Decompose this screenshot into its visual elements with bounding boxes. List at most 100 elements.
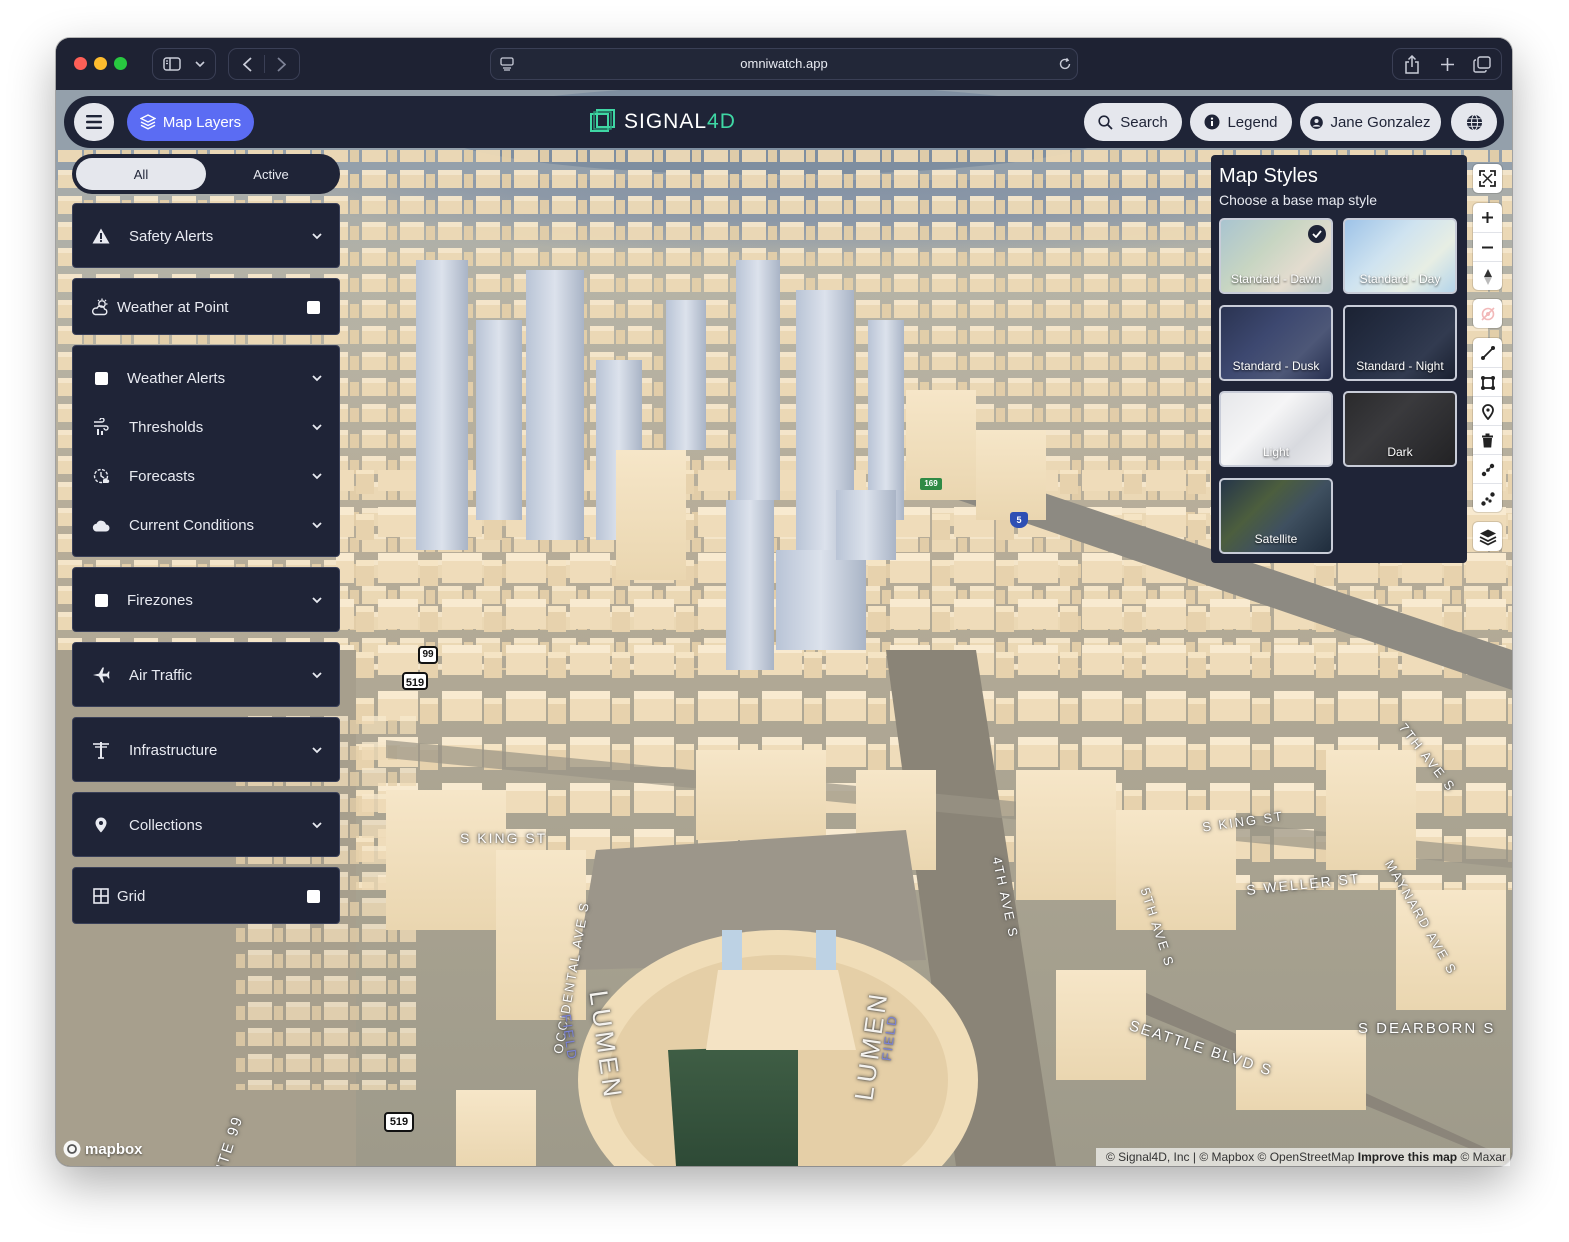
layer-row-thresholds[interactable]: Thresholds <box>73 403 339 451</box>
url-text: omniwatch.app <box>740 56 828 71</box>
map-styles-panel: Map Styles Choose a base map style Stand… <box>1211 155 1467 563</box>
map-style-label: Light <box>1262 445 1290 459</box>
layer-row-current-conditions[interactable]: Current Conditions <box>73 501 339 549</box>
map-style-option[interactable]: Standard - Dawn <box>1219 218 1333 294</box>
map-style-option[interactable]: Standard - Dusk <box>1219 305 1333 381</box>
fullscreen-button[interactable] <box>1473 164 1502 193</box>
share-icon[interactable] <box>1401 54 1423 74</box>
layer-row-grid[interactable]: Grid <box>73 872 339 920</box>
forward-icon[interactable] <box>271 55 291 73</box>
layer-row-weather-at-point[interactable]: Weather at Point <box>73 283 339 331</box>
map-style-option[interactable]: Satellite <box>1219 478 1333 554</box>
map-style-option[interactable]: Standard - Night <box>1343 305 1457 381</box>
tab-overview-icon[interactable] <box>1471 55 1493 73</box>
close-window-button[interactable] <box>74 57 87 70</box>
layer-toggle-checkbox[interactable] <box>307 889 320 903</box>
layer-group-firezones: Firezones <box>72 567 340 632</box>
chevron-down-icon[interactable] <box>309 742 325 758</box>
search-label: Search <box>1120 113 1168 131</box>
reload-icon[interactable] <box>1057 56 1073 72</box>
maximize-window-button[interactable] <box>114 57 127 70</box>
street-label: S KING ST <box>460 830 548 846</box>
chevron-down-icon[interactable] <box>309 667 325 683</box>
layer-group-collections: Collections <box>72 792 340 857</box>
layer-group-weather: Weather Alerts Thresholds Forecasts Curr… <box>72 345 340 557</box>
map-styles-subtitle: Choose a base map style <box>1219 192 1377 208</box>
map-styles-title: Map Styles <box>1219 165 1318 187</box>
menu-button[interactable] <box>74 103 114 141</box>
navigation-control <box>1473 203 1502 290</box>
draw-point-button[interactable] <box>1473 396 1502 426</box>
chevron-down-icon[interactable] <box>309 817 325 833</box>
checkbox-icon[interactable] <box>91 590 111 610</box>
trash-icon <box>1482 433 1493 448</box>
layer-label: Grid <box>117 887 146 905</box>
draw-polygon-button[interactable] <box>1473 367 1502 397</box>
search-button[interactable]: Search <box>1084 103 1182 141</box>
improve-map-link[interactable]: Improve this map <box>1358 1150 1457 1164</box>
chevron-down-icon[interactable] <box>309 419 325 435</box>
globe-icon <box>1466 113 1482 131</box>
layer-row-weather-alerts[interactable]: Weather Alerts <box>73 354 339 402</box>
chevron-down-icon[interactable] <box>309 592 325 608</box>
zoom-in-button[interactable] <box>1473 203 1502 232</box>
signal4d-logo: SIGNAL 4D <box>589 107 736 137</box>
checkbox-icon[interactable] <box>91 368 111 388</box>
map-styles-toggle-button[interactable] <box>1473 522 1502 551</box>
route-shield: 519 <box>384 1112 414 1132</box>
info-icon <box>1204 114 1220 130</box>
layer-label: Weather Alerts <box>127 369 226 387</box>
tab-all[interactable]: All <box>76 158 206 190</box>
site-settings-icon[interactable] <box>499 56 515 72</box>
layer-group-weather-at-point: Weather at Point <box>72 278 340 335</box>
minus-icon <box>1482 246 1493 249</box>
layer-row-safety-alerts[interactable]: Safety Alerts <box>73 212 339 260</box>
exit-sign: 169 <box>920 478 942 490</box>
logo-text: SIGNAL <box>624 110 708 133</box>
url-bar[interactable]: omniwatch.app <box>490 48 1078 80</box>
layer-row-collections[interactable]: Collections <box>73 801 339 849</box>
chevron-down-icon[interactable] <box>309 468 325 484</box>
map-layers-button[interactable]: Map Layers <box>127 103 254 141</box>
new-tab-icon[interactable] <box>1437 55 1457 73</box>
tab-active[interactable]: Active <box>206 158 336 190</box>
draw-line-button[interactable] <box>1473 338 1502 367</box>
route-shield: 519 <box>402 672 428 690</box>
layer-row-forecasts[interactable]: Forecasts <box>73 452 339 500</box>
mapbox-logo[interactable]: mapbox <box>62 1138 143 1160</box>
history-nav <box>228 48 300 80</box>
grid-icon <box>91 886 111 906</box>
map-style-label: Dark <box>1387 445 1413 459</box>
map-style-label: Standard - Dusk <box>1232 359 1320 373</box>
chevron-down-icon[interactable] <box>309 517 325 533</box>
layer-row-air-traffic[interactable]: Air Traffic <box>73 651 339 699</box>
layer-label: Thresholds <box>129 418 204 436</box>
minimize-window-button[interactable] <box>94 57 107 70</box>
zoom-out-button[interactable] <box>1473 232 1502 262</box>
layer-row-infrastructure[interactable]: Infrastructure <box>73 726 339 774</box>
chevron-down-icon[interactable] <box>309 228 325 244</box>
window-actions <box>1392 48 1502 80</box>
airplane-icon <box>91 665 111 685</box>
street-label: S DEARBORN S <box>1358 1020 1496 1037</box>
compass-button[interactable] <box>1473 261 1502 291</box>
layers-icon <box>1479 529 1496 546</box>
language-button[interactable] <box>1451 103 1497 141</box>
map-layers-label: Map Layers <box>162 113 242 131</box>
user-menu-button[interactable]: Jane Gonzalez <box>1300 103 1441 141</box>
layer-toggle-checkbox[interactable] <box>307 300 320 314</box>
map-style-option[interactable]: Dark <box>1343 391 1457 467</box>
geolocate-button[interactable] <box>1473 299 1502 328</box>
uncombine-features-button[interactable] <box>1473 483 1502 513</box>
sidebar-toggle-button[interactable] <box>152 48 216 80</box>
layer-row-firezones[interactable]: Firezones <box>73 576 339 624</box>
legend-button[interactable]: Legend <box>1190 103 1292 141</box>
map-style-option[interactable]: Light <box>1219 391 1333 467</box>
chevron-down-icon[interactable] <box>309 370 325 386</box>
map-style-option[interactable]: Standard - Day <box>1343 218 1457 294</box>
combine-features-button[interactable] <box>1473 454 1502 484</box>
delete-drawing-button[interactable] <box>1473 425 1502 455</box>
map-attribution: © Signal4D, Inc | © Mapbox © OpenStreetM… <box>1096 1148 1510 1166</box>
layer-group-air-traffic: Air Traffic <box>72 642 340 707</box>
back-icon[interactable] <box>237 55 257 73</box>
